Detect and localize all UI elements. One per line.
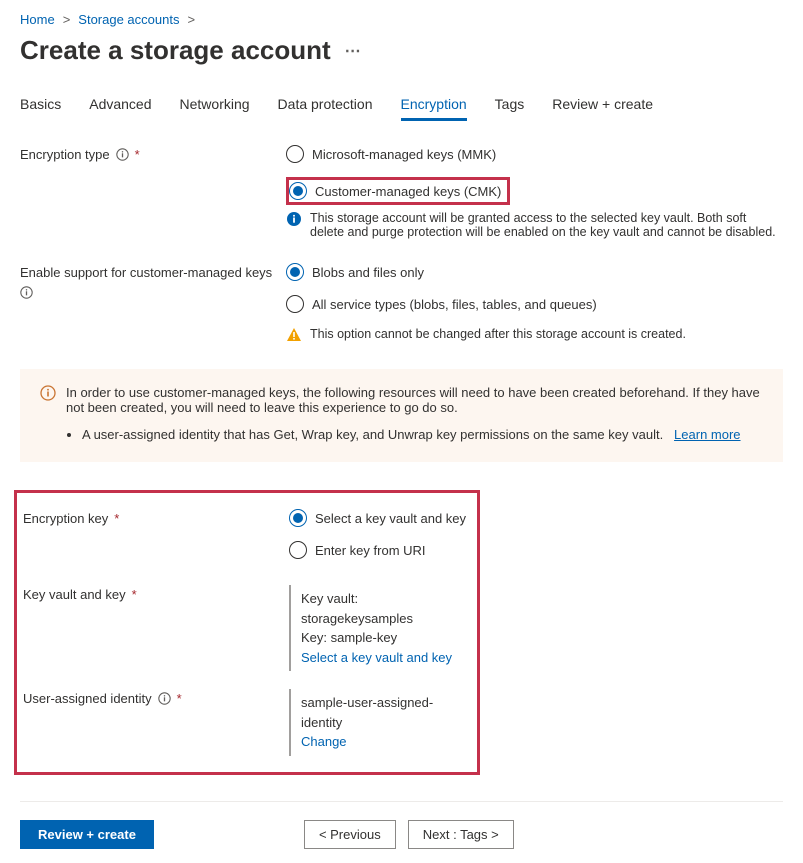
wizard-footer: Review + create < Previous Next : Tags > [20,801,783,849]
info-icon[interactable] [20,286,33,299]
key-name: Key: sample-key [301,628,471,648]
tab-strip: Basics Advanced Networking Data protecti… [20,90,783,121]
ellipsis-icon[interactable]: ⋯ [345,41,363,61]
page-title: Create a storage account ⋯ [20,35,783,66]
key-vault-summary: Key vault: storagekeysamples Key: sample… [289,585,471,671]
required-indicator: * [132,587,137,602]
next-button[interactable]: Next : Tags > [408,820,514,849]
radio-select-kv-label: Select a key vault and key [315,511,466,526]
radio-mmk[interactable]: Microsoft-managed keys (MMK) [286,145,783,163]
chevron-right-icon: > [63,12,71,27]
user-identity-label: User-assigned identity * [23,689,289,706]
radio-blobs-files[interactable]: Blobs and files only [286,263,783,281]
user-identity-summary: sample-user-assigned-identity Change [289,689,471,756]
radio-mmk-label: Microsoft-managed keys (MMK) [312,147,496,162]
chevron-right-icon: > [187,12,195,27]
breadcrumb-home[interactable]: Home [20,12,55,27]
radio-all-services-label: All service types (blobs, files, tables,… [312,297,597,312]
radio-icon [289,182,307,200]
info-icon [286,211,302,227]
cmk-support-warning: This option cannot be changed after this… [286,327,783,343]
warning-icon [286,327,302,343]
radio-enter-uri[interactable]: Enter key from URI [289,541,471,559]
info-icon[interactable] [158,692,171,705]
breadcrumb: Home > Storage accounts > [20,12,783,27]
tab-encryption[interactable]: Encryption [401,90,467,121]
notice-bullet: A user-assigned identity that has Get, W… [82,427,763,442]
tab-data-protection[interactable]: Data protection [278,90,373,121]
key-vault-label: Key vault and key * [23,585,289,602]
breadcrumb-storage-accounts[interactable]: Storage accounts [78,12,179,27]
required-indicator: * [177,691,182,706]
radio-cmk-label: Customer-managed keys (CMK) [315,184,501,199]
prerequisite-notice: In order to use customer-managed keys, t… [20,369,783,462]
info-icon [40,385,56,401]
radio-icon [286,295,304,313]
radio-blobs-files-label: Blobs and files only [312,265,424,280]
tab-advanced[interactable]: Advanced [89,90,151,121]
radio-all-services[interactable]: All service types (blobs, files, tables,… [286,295,783,313]
radio-icon [289,541,307,559]
radio-icon [286,145,304,163]
user-identity-value: sample-user-assigned-identity [301,693,471,732]
tab-tags[interactable]: Tags [495,90,525,121]
encryption-type-info: This storage account will be granted acc… [286,211,783,239]
required-indicator: * [114,511,119,526]
radio-icon [286,263,304,281]
select-key-vault-link[interactable]: Select a key vault and key [301,650,452,665]
page-title-text: Create a storage account [20,35,331,66]
encryption-type-label: Encryption type * [20,145,286,162]
encryption-key-label: Encryption key * [23,509,289,526]
info-icon[interactable] [116,148,129,161]
tab-review-create[interactable]: Review + create [552,90,653,121]
cmk-support-label: Enable support for customer-managed keys [20,263,286,299]
notice-text: In order to use customer-managed keys, t… [66,385,763,415]
learn-more-link[interactable]: Learn more [674,427,740,442]
radio-cmk[interactable]: Customer-managed keys (CMK) [289,182,501,200]
change-identity-link[interactable]: Change [301,734,347,749]
radio-enter-uri-label: Enter key from URI [315,543,426,558]
radio-select-kv[interactable]: Select a key vault and key [289,509,471,527]
key-vault-name: Key vault: storagekeysamples [301,589,471,628]
radio-icon [289,509,307,527]
previous-button[interactable]: < Previous [304,820,396,849]
tab-networking[interactable]: Networking [180,90,250,121]
tab-basics[interactable]: Basics [20,90,61,121]
review-create-button[interactable]: Review + create [20,820,154,849]
required-indicator: * [135,147,140,162]
